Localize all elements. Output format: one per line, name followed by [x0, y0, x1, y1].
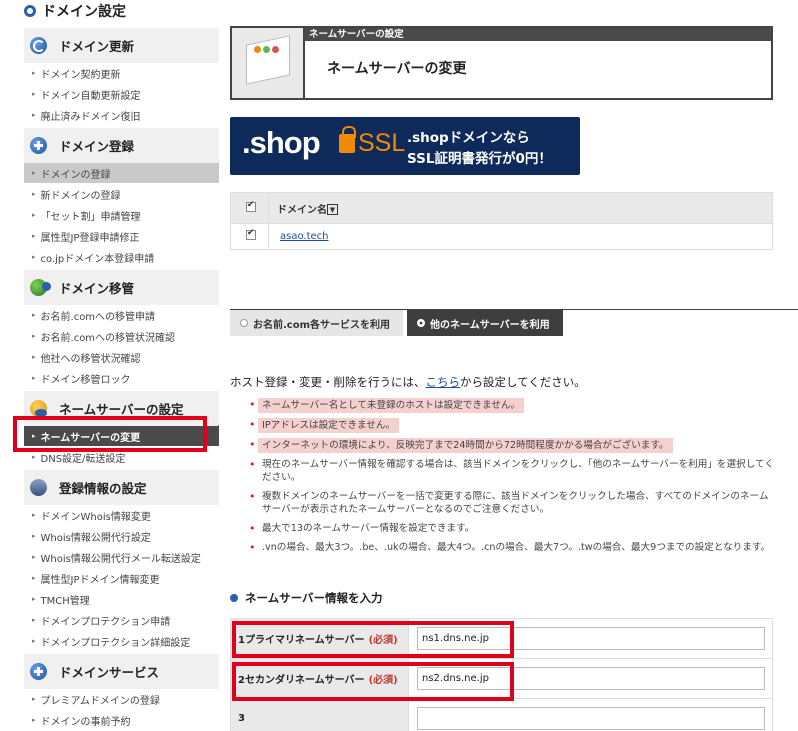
table-row: 2セカンダリネームサーバー (必須)	[230, 658, 773, 699]
content-header-bar: ネームサーバーの設定	[305, 28, 771, 41]
tab-onamae-services[interactable]: お名前.com各サービスを利用	[230, 310, 404, 336]
sidebar-item[interactable]: お名前.comへの移管申請	[24, 305, 219, 326]
ns3-label: 3	[230, 698, 409, 731]
sidebar-item[interactable]: DNS設定/転送設定	[24, 447, 219, 468]
sidebar-section-registrant: 登録情報の設定 ドメインWhois情報変更 Whois情報公開代行設定 Whoi…	[24, 468, 219, 652]
sidebar-item[interactable]: 廃止済みドメイン復旧	[24, 105, 219, 126]
sidebar-item[interactable]: プレミアムドメインの登録	[24, 689, 219, 710]
window-illustration-icon	[232, 28, 305, 98]
sidebar-item[interactable]: ドメインの事前予約	[24, 710, 219, 731]
sidebar-section-renewal: ドメイン更新 ドメイン契約更新 ドメイン自動更新設定 廃止済みドメイン復旧	[24, 26, 219, 126]
ns2-label: 2セカンダリネームサーバー (必須)	[230, 658, 409, 699]
table-row: 1プライマリネームサーバー (必須)	[230, 618, 773, 659]
sidebar-item-nameserver-change[interactable]: ネームサーバーの変更	[24, 426, 219, 447]
sidebar-section-header[interactable]: ネームサーバーの設定	[24, 389, 219, 426]
sidebar-item[interactable]: TMCH管理	[24, 589, 219, 610]
table-row: asao.tech	[230, 223, 773, 250]
sidebar-section-nameserver: ネームサーバーの設定 ネームサーバーの変更 DNS設定/転送設定	[24, 389, 219, 468]
ns-section-title: ネームサーバー情報を入力	[230, 590, 383, 606]
sidebar-item[interactable]: ドメインの登録	[24, 163, 219, 184]
ns1-input[interactable]	[417, 627, 765, 650]
notes-list: ネームサーバー名として未登録のホストは設定できません。 IPアドレスは設定できま…	[249, 398, 778, 560]
sidebar-item[interactable]: ドメインWhois情報変更	[24, 505, 219, 526]
radio-selected-icon	[417, 319, 426, 327]
tab-other-nameservers[interactable]: 他のネームサーバーを利用	[407, 310, 563, 336]
sidebar-section-transfer: ドメイン移管 お名前.comへの移管申請 お名前.comへの移管状況確認 他社へ…	[24, 268, 219, 389]
domain-checkbox[interactable]	[246, 228, 256, 240]
sidebar-section-header[interactable]: 登録情報の設定	[24, 468, 219, 505]
content-title: ネームサーバーの変更	[327, 61, 467, 77]
note-item: IPアドレスは設定できません。	[249, 418, 400, 433]
sidebar-section-header[interactable]: ドメイン移管	[24, 268, 219, 305]
person-icon	[30, 400, 47, 417]
page-title: ドメイン設定	[42, 4, 126, 20]
sidebar-item[interactable]: 新ドメインの登録	[24, 184, 219, 205]
select-all-checkbox[interactable]	[246, 200, 256, 212]
sidebar-item[interactable]: co.jpドメイン本登録申請	[24, 247, 219, 268]
ns1-label: 1プライマリネームサーバー (必須)	[230, 618, 409, 659]
nameserver-form: 1プライマリネームサーバー(必須) 2セカンダリネームサーバー(必須) 3	[230, 618, 773, 731]
sidebar-item[interactable]: 属性型JP登録申請修正	[24, 226, 219, 247]
domain-link[interactable]: asao.tech	[277, 231, 329, 242]
sidebar-item[interactable]: ドメインプロテクション申請	[24, 610, 219, 631]
plus-icon	[30, 137, 47, 154]
domain-column-header: ドメイン名 ▼	[268, 192, 773, 224]
sidebar-section-header[interactable]: ドメインサービス	[24, 652, 219, 689]
tab-divider	[230, 309, 798, 310]
lock-icon	[339, 126, 356, 153]
sidebar-section-services: ドメインサービス プレミアムドメインの登録 ドメインの事前予約	[24, 652, 219, 731]
sidebar-item[interactable]: ドメインプロテクション詳細設定	[24, 631, 219, 652]
note-item: 複数ドメインのネームサーバーを一括で変更する際に、該当ドメインをクリックした場合…	[249, 490, 778, 516]
bullet-icon	[230, 594, 238, 602]
sidebar-item[interactable]: ドメイン契約更新	[24, 63, 219, 84]
sidebar-section-registration: ドメイン登録 ドメインの登録 新ドメインの登録 「セット割」申請管理 属性型JP…	[24, 126, 219, 268]
selected-arrow-icon	[207, 425, 219, 443]
domain-table: ドメイン名▼ asao.tech	[230, 192, 773, 250]
note-item: 最大で13のネームサーバー情報を設定できます。	[249, 522, 778, 535]
note-item: インターネットの環境により、反映完了まで24時間から72時間程度かかる場合がござ…	[249, 438, 673, 453]
sidebar-item[interactable]: 他社への移管状況確認	[24, 347, 219, 368]
sidebar-item[interactable]: ドメイン移管ロック	[24, 368, 219, 389]
table-row: 3	[230, 698, 773, 731]
plus-icon	[30, 663, 47, 680]
sidebar-item[interactable]: ドメイン自動更新設定	[24, 84, 219, 105]
ns2-input[interactable]	[417, 667, 765, 690]
page-header: ドメイン設定	[24, 2, 126, 20]
sidebar-item[interactable]: 「セット割」申請管理	[24, 205, 219, 226]
shop-ssl-banner[interactable]: .shop SSL .shopドメインなら SSL証明書発行が0円！	[230, 117, 580, 175]
sidebar: ドメイン更新 ドメイン契約更新 ドメイン自動更新設定 廃止済みドメイン復旧 ドメ…	[24, 26, 219, 731]
radio-icon	[240, 319, 248, 327]
intro-text: ホスト登録・変更・削除を行うには、こちらから設定してください。	[230, 375, 586, 389]
sidebar-item[interactable]: Whois情報公開代行メール転送設定	[24, 547, 219, 568]
nameserver-tabs: お名前.com各サービスを利用 他のネームサーバーを利用	[230, 310, 567, 336]
sidebar-item[interactable]: 属性型JPドメイン情報変更	[24, 568, 219, 589]
sidebar-item[interactable]: お名前.comへの移管状況確認	[24, 326, 219, 347]
note-item: ネームサーバー名として未登録のホストは設定できません。	[249, 398, 525, 413]
host-settings-link[interactable]: こちら	[426, 375, 461, 389]
sidebar-section-header[interactable]: ドメイン更新	[24, 26, 219, 63]
section-bullet-icon	[24, 5, 36, 17]
sidebar-item[interactable]: Whois情報公開代行設定	[24, 526, 219, 547]
globe-icon	[30, 279, 51, 296]
note-item: 現在のネームサーバー情報を確認する場合は、該当ドメインをクリックし、「他のネーム…	[249, 458, 778, 484]
sidebar-section-header[interactable]: ドメイン登録	[24, 126, 219, 163]
sort-down-icon[interactable]: ▼	[327, 204, 338, 215]
database-icon	[30, 479, 47, 496]
ns3-input[interactable]	[417, 707, 765, 730]
select-all-cell	[230, 192, 269, 224]
refresh-icon	[30, 37, 47, 54]
note-item: .vnの場合、最大3つ。.be、.ukの場合、最大4つ。.cnの場合、最大7つ。…	[249, 541, 778, 554]
content-header: ネームサーバーの設定 ネームサーバーの変更	[230, 26, 773, 100]
